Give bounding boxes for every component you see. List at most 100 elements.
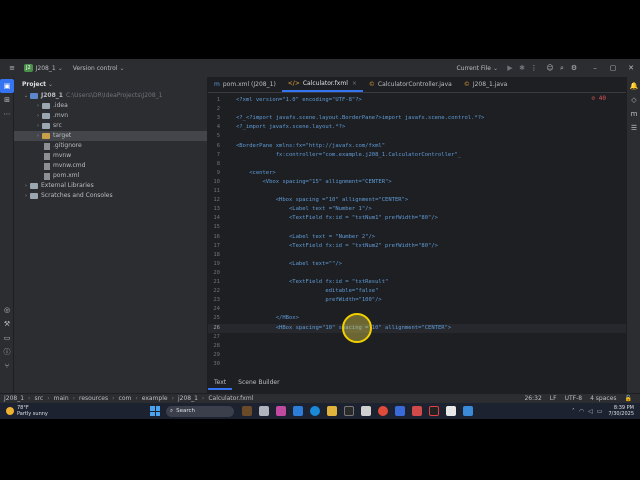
line-separator[interactable]: LF [550,395,557,402]
code-line[interactable]: 30 [208,360,626,369]
wifi-icon[interactable]: ◠ [579,408,584,415]
editor-tab[interactable]: </> Calculator.fxml × [281,76,363,92]
maven-icon[interactable]: m [627,107,640,121]
code-line[interactable]: 6 <BorderPane xmlns:fx="http://javafx.com… [208,142,626,151]
lock-icon[interactable]: 🔓 [625,395,632,402]
editor-tab[interactable]: © CalculatorController.java [363,76,458,92]
tree-item[interactable]: › .mvn [14,111,207,121]
code-line[interactable]: 9 <center> [208,169,626,178]
code-line[interactable]: 18 [208,251,626,260]
app-icon-blue[interactable] [292,406,303,416]
settings-icon[interactable]: ⚙ [568,64,580,72]
tree-item[interactable]: mvnw [14,151,207,161]
database-icon[interactable]: ☰ [627,121,640,135]
project-switcher[interactable]: J2 J208_1 ⌄ [24,64,63,72]
code-line[interactable]: 1 <?xml version="1.0" encoding="UTF-8"?> [208,96,626,105]
code-line[interactable]: 21 <TextField fx:id = "txtResult" [208,278,626,287]
run-icon[interactable]: ▶ [504,64,516,72]
chevron-up-icon[interactable]: ˄ [572,408,575,415]
breadcrumb-item[interactable]: main [54,395,69,402]
code-line[interactable]: 27 [208,333,626,342]
more-tools-icon[interactable]: ⋯ [0,107,14,121]
main-menu-button[interactable]: ≡ [6,64,18,72]
tree-item[interactable]: › External Libraries [14,181,207,191]
cursor-position[interactable]: 26:32 [524,395,541,402]
notifications-icon[interactable]: 🔔 [627,79,640,93]
tree-item[interactable]: › src [14,121,207,131]
close-tab-icon[interactable]: × [352,80,357,87]
code-line[interactable]: 20 [208,269,626,278]
debug-icon[interactable]: ✱ [516,64,528,72]
build-icon[interactable]: ⚒ [0,317,14,331]
code-line[interactable]: 28 [208,342,626,351]
store-icon[interactable] [343,406,354,416]
copilot-icon[interactable] [275,406,286,416]
code-line[interactable]: 29 [208,351,626,360]
app-icon-white[interactable] [445,406,456,416]
editor-tab[interactable]: © J208_1.java [458,76,514,92]
code-line[interactable]: 24 [208,305,626,314]
ai-assistant-icon[interactable]: ◇ [627,93,640,107]
vcs-menu[interactable]: Version control ⌄ [73,65,125,72]
problems-icon[interactable]: ⓘ [0,345,14,359]
tree-item[interactable]: mvnw.cmd [14,161,207,171]
maximize-button[interactable]: ▢ [604,64,622,72]
editor-tab[interactable]: m pom.xml (J208_1) [208,76,282,92]
project-panel-header[interactable]: Project ⌄ [14,77,207,91]
tree-item[interactable]: ⌄ J208_1 C:\Users\DR\IdeaProjects\J208_1 [14,91,207,101]
breadcrumb-item[interactable]: Calculator.fxml [208,395,253,402]
breadcrumb-item[interactable]: resources [79,395,108,402]
taskbar-search[interactable]: ⌕ Search [166,405,234,417]
more-icon[interactable]: ⋮ [528,64,540,72]
tree-item[interactable]: › target [14,131,207,141]
structure-tool-icon[interactable]: ⊞ [0,93,14,107]
git-icon[interactable]: ⑂ [0,359,14,373]
code-line[interactable]: 13 <Label text ="Number 1"/> [208,205,626,214]
chevron-right-icon[interactable]: › [34,131,42,141]
chevron-right-icon[interactable]: › [34,101,42,111]
edge-browser-icon[interactable] [309,406,320,416]
code-line[interactable]: 16 <Label text = "Number 2"/> [208,233,626,242]
code-editor[interactable]: ⊘ 40 1 <?xml version="1.0" encoding="UTF-… [208,94,626,374]
tree-item[interactable]: › .idea [14,101,207,111]
code-line[interactable]: 12 <Hbox spacing ="10" allignment="CENTE… [208,196,626,205]
breadcrumb-item[interactable]: com [119,395,132,402]
code-line[interactable]: 7 fx:controller="com.example.j208_1.Calc… [208,151,626,160]
app-icon-grey[interactable] [360,406,371,416]
chevron-right-icon[interactable]: › [22,181,30,191]
code-line[interactable]: 17 <TextField fx:id = "txtNum2" prefWidt… [208,242,626,251]
breadcrumb-item[interactable]: src [34,395,43,402]
chevron-right-icon[interactable]: › [22,191,30,201]
tree-item[interactable]: › Scratches and Consoles [14,191,207,201]
tree-item[interactable]: .gitignore [14,141,207,151]
task-view-icon[interactable] [258,406,269,416]
code-line[interactable]: 19 <Label text=""/> [208,260,626,269]
terminal-icon[interactable]: ▭ [0,331,14,345]
chevron-down-icon[interactable]: ⌄ [22,91,30,101]
file-explorer-icon[interactable] [326,406,337,416]
breadcrumb-item[interactable]: j208_1 [178,395,198,402]
user-icon[interactable]: ☺ [544,64,556,72]
indent-setting[interactable]: 4 spaces [590,395,616,402]
intellij-icon[interactable] [428,406,439,416]
code-line[interactable]: 8 [208,160,626,169]
app-icon-red[interactable] [411,406,422,416]
code-line[interactable]: 10 <Vbox spacing="15" allignment="CENTER… [208,178,626,187]
clock[interactable]: 8:39 PM 7/30/2025 [608,405,634,417]
battery-icon[interactable]: ▭ [597,408,603,415]
services-icon[interactable]: ◎ [0,303,14,317]
breadcrumb-item[interactable]: example [142,395,168,402]
code-line[interactable]: 11 [208,187,626,196]
code-line[interactable]: 22 editable="false" [208,287,626,296]
close-button[interactable]: ✕ [622,64,640,72]
windows-start-icon[interactable] [150,406,160,416]
code-line[interactable]: 3 <?_<?import javafx.scene.layout.BorderP… [208,114,626,123]
run-config-select[interactable]: Current File ⌄ [456,65,498,72]
weather-widget[interactable]: 78°F Partly sunny [6,405,48,417]
code-line[interactable]: 26 <HBox spacing="10" spacing ="10" alli… [208,323,626,333]
editor-mode-tab[interactable]: Text [208,376,233,390]
code-line[interactable]: 5 [208,132,626,141]
project-tool-icon[interactable]: ▣ [0,79,14,93]
code-line[interactable]: 2 [208,105,626,114]
chevron-right-icon[interactable]: › [34,121,42,131]
